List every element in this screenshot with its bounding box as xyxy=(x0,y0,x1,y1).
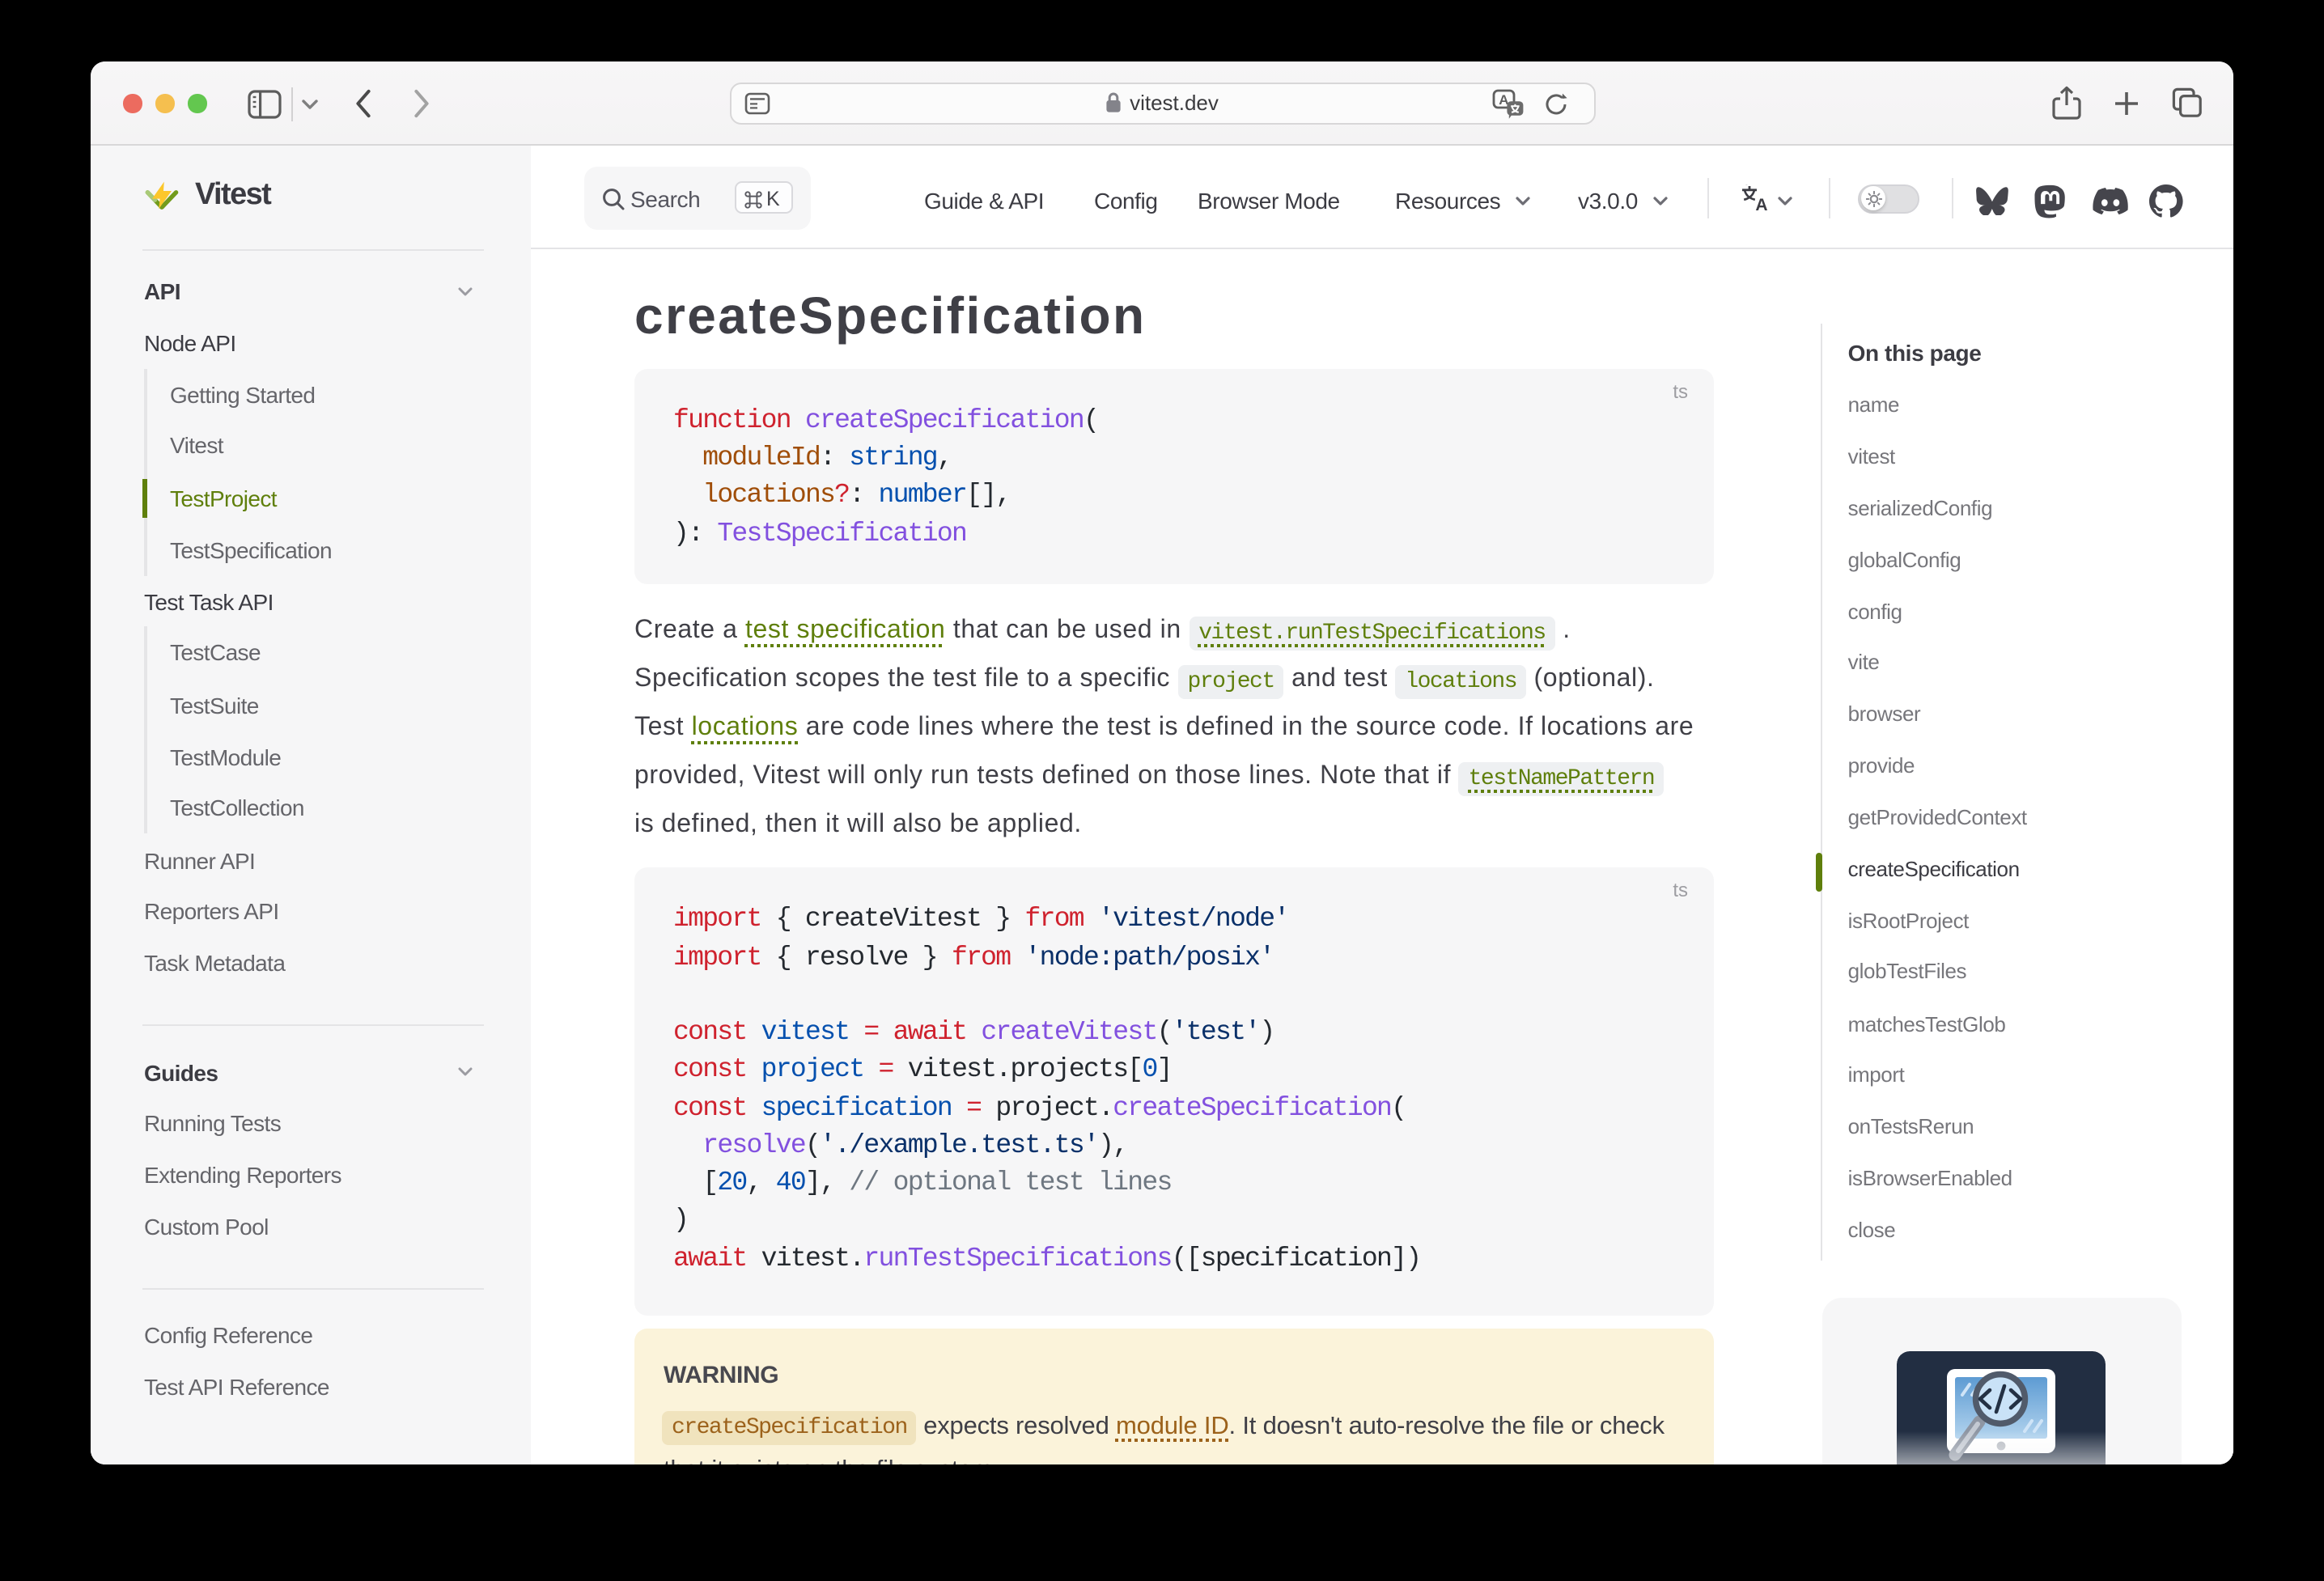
svg-text:A: A xyxy=(1755,196,1767,212)
